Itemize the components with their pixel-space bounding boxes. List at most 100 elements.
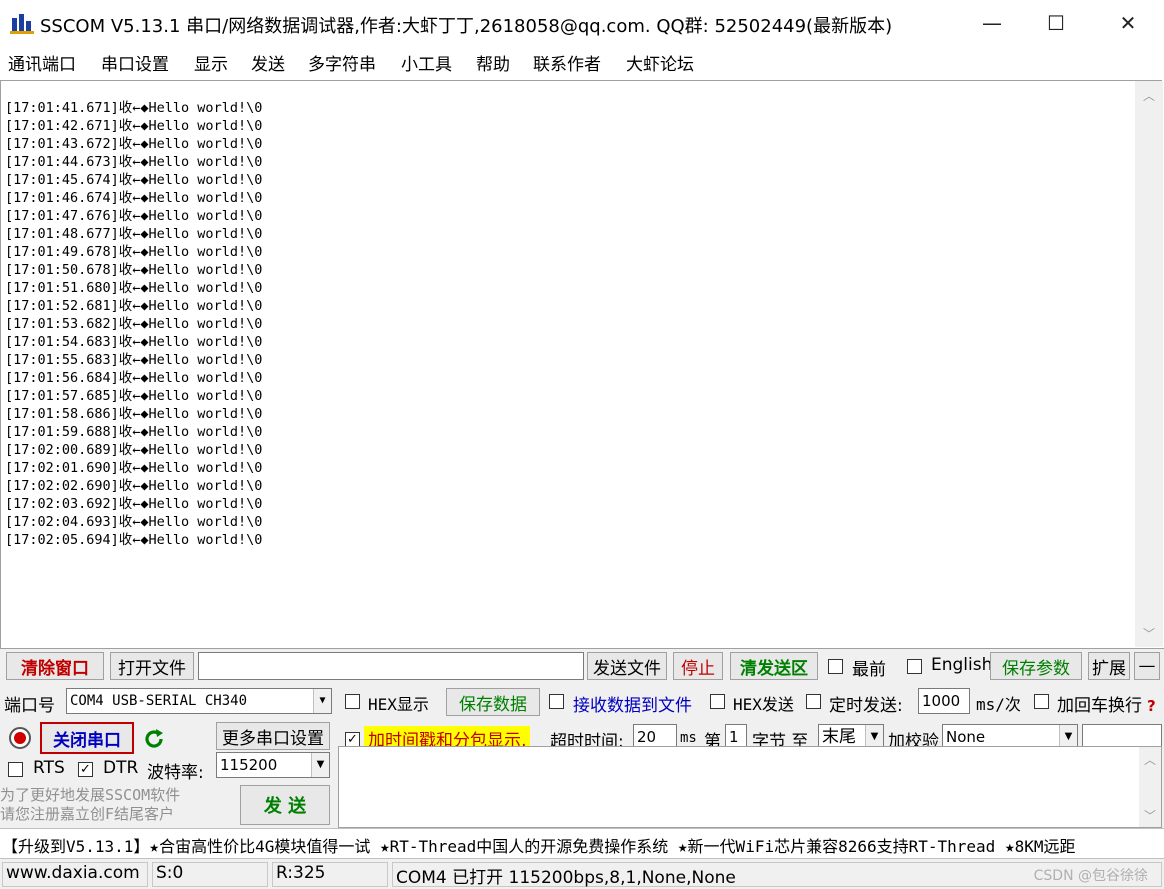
port-label: 端口号 [4, 696, 55, 716]
receive-line: [17:02:00.689]收←◆Hello world!\0 [5, 442, 263, 458]
close-button[interactable]: ✕ [1092, 0, 1164, 46]
topmost-label: 最前 [852, 660, 886, 680]
control-panel: 清除窗口 打开文件 发送文件 停止 清发送区 最前 English 保存参数 扩… [0, 648, 1164, 828]
collapse-button[interactable]: — [1134, 652, 1160, 680]
menu-contact-author[interactable]: 联系作者 [533, 50, 601, 75]
expand-button[interactable]: 扩展 [1088, 652, 1130, 680]
clear-send-button[interactable]: 清发送区 [730, 652, 818, 680]
receive-line: [17:01:41.671]收←◆Hello world!\0 [5, 100, 263, 116]
promo-line-1: 为了更好地发展SSCOM软件 [0, 786, 181, 804]
receive-line: [17:01:51.680]收←◆Hello world!\0 [5, 280, 263, 296]
close-port-button[interactable]: 关闭串口 [40, 722, 134, 754]
watermark: CSDN @包谷徐徐 [1033, 868, 1148, 884]
baud-label: 波特率: [147, 763, 204, 783]
clear-window-button[interactable]: 清除窗口 [6, 652, 104, 680]
dtr-label: DTR [103, 758, 139, 778]
window-title: SSCOM V5.13.1 串口/网络数据调试器,作者:大虾丁丁,2618058… [40, 16, 893, 37]
interval-input[interactable]: 1000 [918, 688, 970, 714]
news-ticker[interactable]: 【升级到V5.13.1】★合宙高性价比4G模块值得一试 ★RT-Thread中国… [0, 828, 1164, 858]
status-website[interactable]: www.daxia.com [2, 862, 148, 887]
send-button[interactable]: 发 送 [240, 785, 330, 825]
timed-send-checkbox[interactable] [806, 694, 821, 709]
rts-label: RTS [33, 758, 65, 778]
receive-line: [17:01:49.678]收←◆Hello world!\0 [5, 244, 263, 260]
menu-serial-settings[interactable]: 串口设置 [101, 50, 169, 75]
save-params-button[interactable]: 保存参数 [990, 652, 1082, 680]
stop-button[interactable]: 停止 [673, 652, 723, 680]
maximize-button[interactable]: ☐ [1020, 0, 1092, 46]
hex-display-label: HEX显示 [368, 695, 429, 714]
hex-send-checkbox[interactable] [710, 694, 725, 709]
baud-select-value: 115200 [220, 756, 278, 774]
send-file-button[interactable]: 发送文件 [587, 652, 667, 680]
send-textarea[interactable]: ︿ ﹀ [338, 746, 1162, 828]
recv-to-file-checkbox[interactable] [549, 694, 564, 709]
send-scrollbar[interactable]: ︿ ﹀ [1139, 747, 1161, 827]
status-recv-count: R:325 [272, 862, 388, 887]
port-select[interactable]: COM4 USB-SERIAL CH340 ▼ [66, 688, 332, 714]
receive-area[interactable]: [17:01:41.671]收←◆Hello world!\0 [17:01:42… [0, 80, 1163, 648]
english-label: English [931, 655, 993, 675]
status-bar: www.daxia.com S:0 R:325 COM4 已打开 115200b… [0, 858, 1164, 889]
title-bar: SSCOM V5.13.1 串口/网络数据调试器,作者:大虾丁丁,2618058… [0, 0, 1164, 46]
save-data-button[interactable]: 保存数据 [446, 688, 540, 716]
timed-send-label: 定时发送: [829, 696, 903, 716]
timestamp-checkbox[interactable]: ✓ [345, 732, 360, 747]
receive-line: [17:01:43.672]收←◆Hello world!\0 [5, 136, 263, 152]
port-status-icon [9, 727, 31, 749]
hex-display-checkbox[interactable] [345, 694, 360, 709]
scroll-down-icon[interactable]: ﹀ [1139, 807, 1161, 824]
menu-forum[interactable]: 大虾论坛 [626, 50, 694, 75]
scroll-up-icon[interactable]: ︿ [1139, 751, 1161, 768]
receive-text: [17:01:41.671]收←◆Hello world!\0 [17:01:42… [5, 99, 262, 549]
receive-line: [17:01:44.673]收←◆Hello world!\0 [5, 154, 263, 170]
refresh-icon[interactable] [142, 727, 166, 751]
menu-comm-port[interactable]: 通讯端口 [8, 50, 76, 75]
scroll-up-icon[interactable]: ︿ [1135, 87, 1163, 104]
receive-line: [17:02:01.690]收←◆Hello world!\0 [5, 460, 263, 476]
receive-line: [17:01:57.685]收←◆Hello world!\0 [5, 388, 263, 404]
topmost-checkbox[interactable] [828, 659, 843, 674]
receive-line: [17:01:56.684]收←◆Hello world!\0 [5, 370, 263, 386]
receive-line: [17:02:03.692]收←◆Hello world!\0 [5, 496, 263, 512]
dtr-checkbox[interactable]: ✓ [78, 762, 93, 777]
app-logo-icon [10, 14, 34, 34]
english-checkbox[interactable] [907, 659, 922, 674]
menu-help[interactable]: 帮助 [476, 50, 510, 75]
help-icon[interactable]: ? [1147, 697, 1156, 715]
scroll-down-icon[interactable]: ﹀ [1135, 625, 1163, 642]
interval-unit-label: ms/次 [976, 695, 1021, 714]
append-newline-checkbox[interactable] [1034, 694, 1049, 709]
receive-line: [17:02:05.694]收←◆Hello world!\0 [5, 532, 263, 548]
menu-multi-string[interactable]: 多字符串 [308, 50, 376, 75]
promo-line-2: 请您注册嘉立创F结尾客户 [0, 805, 175, 823]
receive-line: [17:01:46.674]收←◆Hello world!\0 [5, 190, 263, 206]
port-select-value: COM4 USB-SERIAL CH340 [70, 693, 248, 709]
baud-select[interactable]: 115200 ▼ [216, 752, 330, 778]
chevron-down-icon[interactable]: ▼ [311, 753, 329, 777]
chevron-down-icon[interactable]: ▼ [313, 689, 331, 713]
receive-line: [17:02:04.693]收←◆Hello world!\0 [5, 514, 263, 530]
receive-line: [17:01:53.682]收←◆Hello world!\0 [5, 316, 263, 332]
receive-line: [17:01:48.677]收←◆Hello world!\0 [5, 226, 263, 242]
minimize-button[interactable]: — [956, 0, 1028, 46]
receive-line: [17:01:45.674]收←◆Hello world!\0 [5, 172, 263, 188]
receive-line: [17:01:50.678]收←◆Hello world!\0 [5, 262, 263, 278]
receive-line: [17:02:02.690]收←◆Hello world!\0 [5, 478, 263, 494]
menu-tools[interactable]: 小工具 [401, 50, 452, 75]
more-serial-settings-button[interactable]: 更多串口设置 [216, 722, 330, 750]
receive-scrollbar[interactable]: ︿ ﹀ [1135, 81, 1163, 647]
open-file-button[interactable]: 打开文件 [110, 652, 194, 680]
receive-line: [17:01:55.683]收←◆Hello world!\0 [5, 352, 263, 368]
rts-checkbox[interactable] [8, 762, 23, 777]
ticker-text: 【升级到V5.13.1】★合宙高性价比4G模块值得一试 ★RT-Thread中国… [2, 837, 1076, 856]
append-newline-label: 加回车换行 [1057, 696, 1142, 716]
menu-send[interactable]: 发送 [251, 50, 285, 75]
end-select-value: 末尾 [822, 727, 856, 747]
menu-display[interactable]: 显示 [194, 50, 228, 75]
receive-line: [17:01:54.683]收←◆Hello world!\0 [5, 334, 263, 350]
status-sent-count: S:0 [152, 862, 268, 887]
receive-line: [17:01:42.671]收←◆Hello world!\0 [5, 118, 263, 134]
checksum-select-value: None [946, 728, 986, 746]
file-path-input[interactable] [198, 652, 584, 680]
